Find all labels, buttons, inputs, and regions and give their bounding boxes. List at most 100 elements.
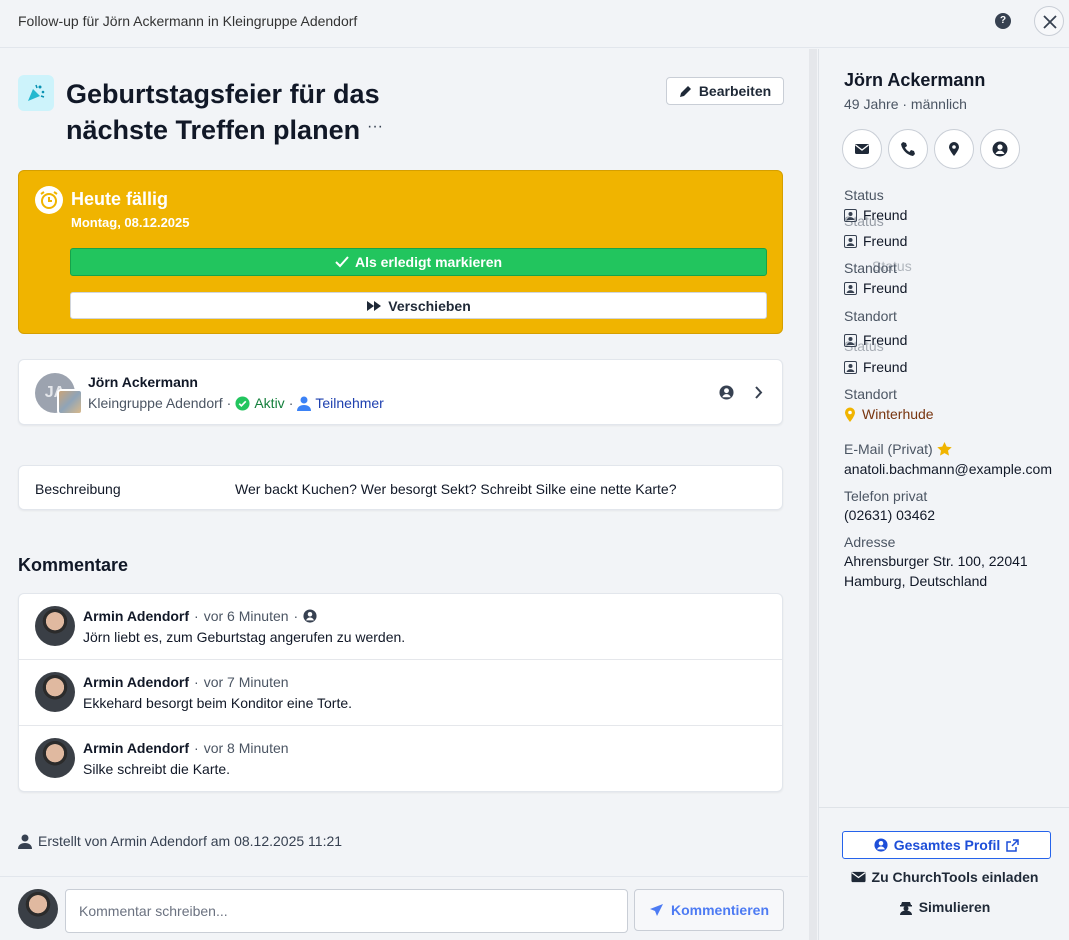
external-link-icon bbox=[1006, 838, 1020, 852]
email-label: E-Mail (Privat) bbox=[844, 441, 933, 457]
comment-composer: Kommentar schreiben... Kommentieren bbox=[0, 876, 808, 940]
location-button[interactable] bbox=[934, 129, 974, 169]
edit-button[interactable]: Bearbeiten bbox=[666, 77, 784, 105]
invite-link[interactable]: Zu ChurchTools einladen bbox=[819, 869, 1069, 885]
edit-button-label: Bearbeiten bbox=[698, 83, 772, 99]
user-secret-icon bbox=[899, 901, 912, 915]
status-label: Status bbox=[844, 213, 884, 229]
comment-submit-label: Kommentieren bbox=[670, 902, 770, 918]
avatar bbox=[35, 606, 75, 646]
comment-author: Armin Adendorf bbox=[83, 740, 190, 756]
comment-text: Silke schreibt die Karte. bbox=[83, 761, 231, 777]
profile-button[interactable] bbox=[980, 129, 1020, 169]
fast-forward-icon bbox=[367, 300, 382, 311]
map-pin-icon bbox=[949, 142, 959, 156]
sidebar-person-name: Jörn Ackermann bbox=[844, 70, 986, 90]
relation-text: Freund bbox=[863, 280, 908, 296]
comment-header: Armin Adendorf · vor 7 Minuten bbox=[83, 674, 289, 690]
send-icon bbox=[649, 904, 663, 916]
simulate-link[interactable]: Simulieren bbox=[819, 899, 1069, 915]
help-icon[interactable]: ? bbox=[995, 13, 1011, 29]
envelope-icon bbox=[855, 144, 869, 154]
person-meta: Kleingruppe Adendorf · Aktiv · Teilnehme… bbox=[88, 395, 384, 411]
phone-label: Telefon privat bbox=[844, 488, 928, 504]
address-label: Adresse bbox=[844, 534, 896, 550]
description-value: Wer backt Kuchen? Wer besorgt Sekt? Schr… bbox=[235, 481, 677, 497]
email-value[interactable]: anatoli.bachmann@example.com bbox=[844, 461, 1052, 477]
separator: · bbox=[226, 395, 232, 411]
mark-done-label: Als erledigt markieren bbox=[354, 254, 503, 270]
due-heading: Heute fällig bbox=[71, 189, 169, 209]
comment-text: Ekkehard besorgt beim Konditor eine Tort… bbox=[83, 695, 353, 711]
comment-time: vor 6 Minuten bbox=[203, 608, 289, 624]
invite-label: Zu ChurchTools einladen bbox=[871, 869, 1039, 885]
location-label: Standort bbox=[844, 386, 897, 402]
simulate-label: Simulieren bbox=[918, 899, 991, 915]
window-title: Follow-up für Jörn Ackermann in Kleingru… bbox=[18, 13, 358, 29]
comments-list: Armin Adendorf · vor 6 Minuten · Jörn li… bbox=[18, 593, 783, 792]
comment-item: Armin Adendorf · vor 8 Minuten Silke sch… bbox=[19, 726, 782, 792]
avatar bbox=[18, 889, 58, 929]
sidebar-person-subtitle: 49 Jahre · männlich bbox=[844, 96, 967, 112]
postpone-label: Verschieben bbox=[388, 297, 471, 314]
comment-time: vor 8 Minuten bbox=[203, 740, 289, 756]
role-label: Teilnehmer bbox=[315, 395, 384, 411]
scrollbar[interactable] bbox=[809, 49, 817, 940]
separator: · bbox=[194, 608, 199, 624]
due-panel: Heute fällig Montag, 08.12.2025 Als erle… bbox=[18, 170, 783, 334]
comment-item: Armin Adendorf · vor 7 Minuten Ekkehard … bbox=[19, 660, 782, 726]
mark-done-button[interactable]: Als erledigt markieren bbox=[70, 248, 767, 276]
comments-heading: Kommentare bbox=[18, 555, 129, 575]
alarm-clock-icon bbox=[35, 186, 63, 214]
user-circle-icon[interactable] bbox=[719, 385, 734, 400]
relation-value: Freund bbox=[844, 359, 907, 375]
location-label: Standort bbox=[844, 308, 897, 324]
chevron-right-icon[interactable] bbox=[754, 385, 764, 400]
separator: · bbox=[194, 674, 199, 690]
contact-card-icon bbox=[844, 281, 857, 295]
due-date: Montag, 08.12.2025 bbox=[71, 215, 190, 230]
phone-button[interactable] bbox=[888, 129, 928, 169]
comment-author: Armin Adendorf bbox=[83, 608, 190, 624]
avatar bbox=[35, 738, 75, 778]
comment-text: Jörn liebt es, zum Geburtstag angerufen … bbox=[83, 629, 406, 645]
relation-text: Freund bbox=[863, 233, 908, 249]
address-line-1: Ahrensburger Str. 100, 22041 bbox=[844, 553, 1028, 569]
description-card: Beschreibung Wer backt Kuchen? Wer besor… bbox=[18, 465, 783, 510]
email-button[interactable] bbox=[842, 129, 882, 169]
group-image bbox=[57, 389, 83, 415]
status-label: Status bbox=[872, 258, 912, 274]
task-title: Geburtstagsfeier für das nächste Treffen… bbox=[66, 79, 380, 145]
comment-input[interactable]: Kommentar schreiben... bbox=[65, 889, 628, 933]
comment-submit-button[interactable]: Kommentieren bbox=[634, 889, 784, 931]
more-options-icon[interactable]: ··· bbox=[367, 118, 383, 136]
separator: · bbox=[288, 395, 294, 411]
star-icon bbox=[936, 442, 952, 456]
close-button[interactable] bbox=[1034, 6, 1064, 36]
comment-header: Armin Adendorf · vor 8 Minuten bbox=[83, 740, 289, 756]
full-profile-label: Gesamtes Profil bbox=[893, 837, 1001, 853]
user-circle-icon bbox=[303, 609, 317, 623]
user-circle-icon bbox=[874, 838, 888, 852]
created-text: Erstellt von Armin Adendorf am 08.12.202… bbox=[38, 833, 343, 849]
comment-header: Armin Adendorf · vor 6 Minuten · bbox=[83, 608, 317, 624]
email-label-row: E-Mail (Privat) bbox=[844, 441, 952, 457]
check-circle-icon bbox=[235, 395, 250, 411]
phone-icon bbox=[901, 142, 915, 156]
contact-card-icon bbox=[844, 360, 857, 374]
separator: · bbox=[293, 608, 299, 624]
person-name: Jörn Ackermann bbox=[88, 374, 198, 390]
status-label: Status bbox=[844, 338, 884, 354]
avatar bbox=[35, 672, 75, 712]
party-popper-icon bbox=[18, 75, 54, 111]
location-value: Winterhude bbox=[844, 406, 934, 422]
full-profile-button[interactable]: Gesamtes Profil bbox=[842, 831, 1051, 859]
comment-time: vor 7 Minuten bbox=[203, 674, 289, 690]
user-icon bbox=[297, 396, 312, 411]
title-bar: Follow-up für Jörn Ackermann in Kleingru… bbox=[0, 0, 1069, 48]
person-sidebar: Jörn Ackermann 49 Jahre · männlich Statu… bbox=[818, 49, 1069, 940]
person-card[interactable]: JA Jörn Ackermann Kleingruppe Adendorf ·… bbox=[18, 359, 783, 425]
phone-value[interactable]: (02631) 03462 bbox=[844, 507, 935, 523]
sidebar-divider bbox=[819, 807, 1069, 808]
postpone-button[interactable]: Verschieben bbox=[70, 292, 767, 319]
